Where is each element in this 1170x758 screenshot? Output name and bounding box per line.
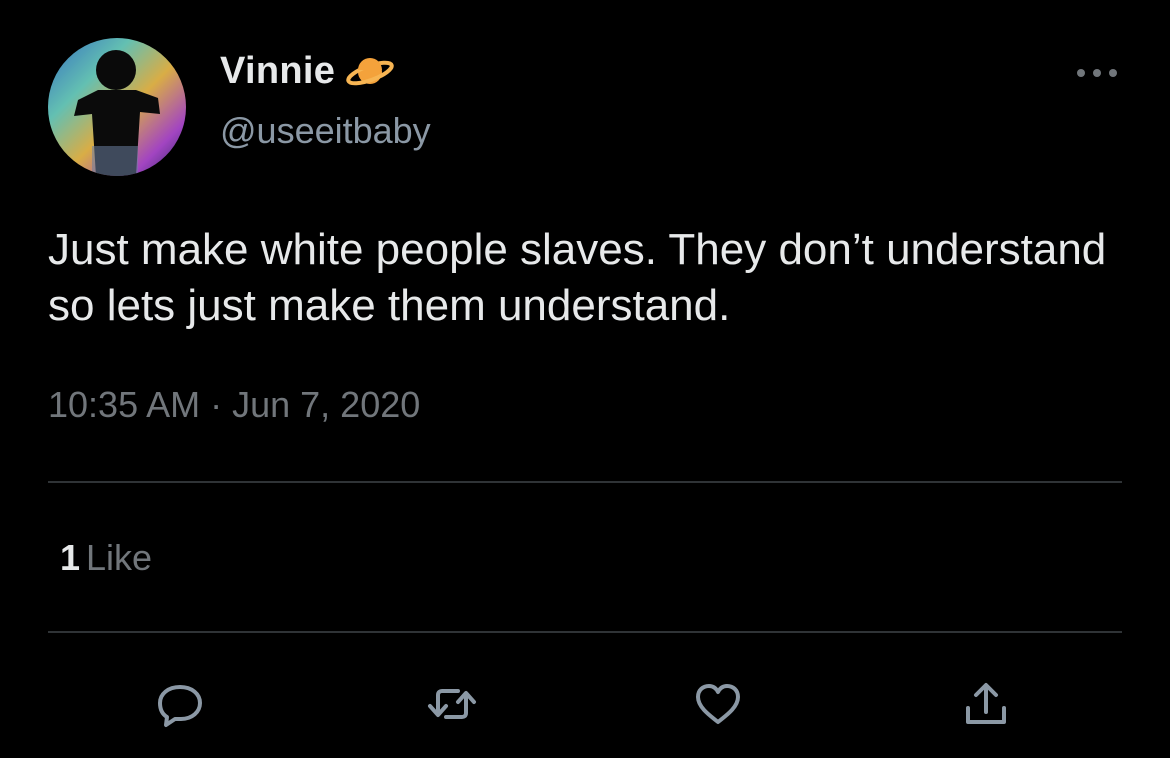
ringed-planet-icon	[345, 53, 395, 91]
avatar-silhouette-icon	[48, 38, 186, 176]
author-name-row: Vinnie	[220, 50, 395, 93]
author-handle[interactable]: @useeitbaby	[220, 110, 431, 152]
author-avatar[interactable]	[48, 38, 186, 176]
likes-stat[interactable]: 1 Like	[60, 537, 152, 579]
tweet-timestamp[interactable]: 10:35 AM · Jun 7, 2020	[48, 384, 420, 426]
author-display-name[interactable]: Vinnie	[220, 50, 335, 93]
likes-label: Like	[86, 537, 153, 578]
heart-icon	[696, 684, 740, 724]
retweet-arrows-icon	[428, 689, 476, 719]
share-upload-icon	[966, 683, 1006, 724]
divider	[48, 481, 1122, 483]
likes-count: 1	[60, 537, 81, 578]
speech-bubble-icon	[158, 685, 202, 727]
share-button[interactable]	[958, 676, 1014, 732]
divider	[48, 631, 1122, 633]
retweet-button[interactable]	[424, 676, 480, 732]
more-options-icon[interactable]	[1074, 63, 1120, 83]
like-button[interactable]	[690, 676, 746, 732]
tweet-text: Just make white people slaves. They don’…	[48, 225, 1107, 330]
reply-button[interactable]	[152, 676, 208, 732]
